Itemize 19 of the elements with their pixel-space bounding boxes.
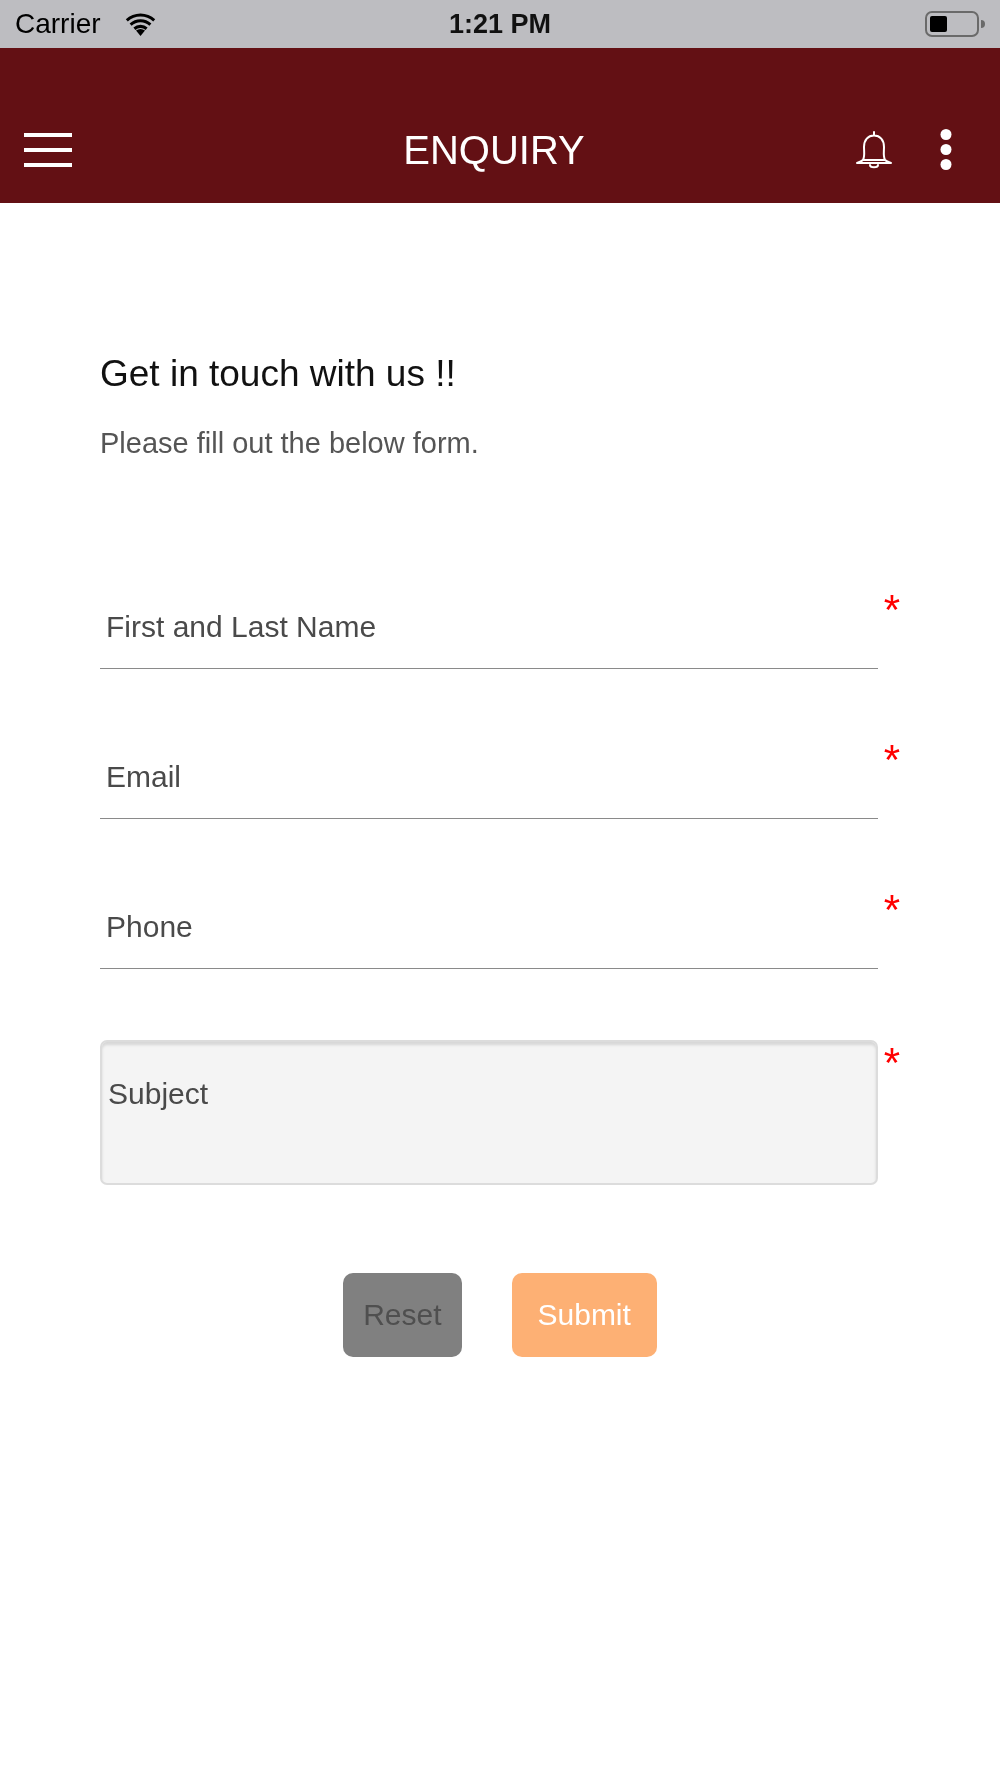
required-mark: *: [883, 739, 900, 781]
required-mark: *: [883, 889, 900, 931]
form-subheading: Please fill out the below form.: [100, 426, 480, 460]
submit-button[interactable]: Submit: [511, 1273, 657, 1357]
status-time: 1:21 PM: [448, 10, 551, 38]
required-mark: *: [883, 1042, 900, 1084]
menu-icon[interactable]: [24, 132, 72, 167]
form-heading: Get in touch with us !!: [100, 352, 457, 396]
input-field[interactable]: Phone: [100, 899, 878, 969]
battery-icon: [925, 11, 985, 37]
input-field[interactable]: First and Last Name: [100, 599, 878, 669]
wifi-icon: [124, 12, 156, 36]
bell-icon[interactable]: [855, 129, 893, 170]
more-vertical-icon[interactable]: [940, 129, 952, 170]
input-field[interactable]: Email: [100, 749, 878, 819]
page-title: ENQUIRY: [402, 127, 585, 172]
required-mark: *: [883, 589, 900, 631]
subject-textarea[interactable]: Subject: [100, 1040, 878, 1185]
carrier-name: Carrier: [15, 10, 101, 38]
